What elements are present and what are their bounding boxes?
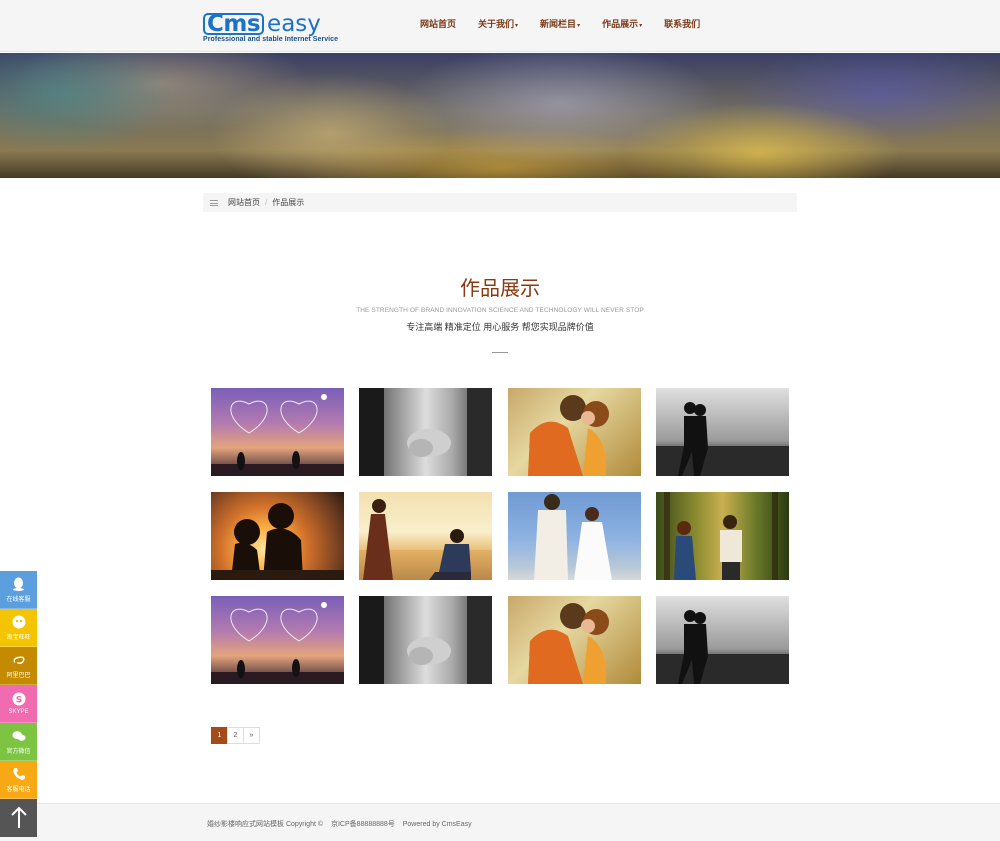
nav-item-about[interactable]: 关于我们▾ bbox=[478, 17, 518, 30]
couple-kiss-image bbox=[528, 603, 609, 684]
caret-down-icon: ▾ bbox=[639, 22, 643, 29]
qq-icon bbox=[12, 577, 26, 591]
skype-button[interactable]: S SKYPE bbox=[0, 685, 37, 723]
alibaba-icon bbox=[12, 653, 26, 667]
heart-sparkler-image bbox=[211, 394, 344, 476]
side-label: SKYPE bbox=[8, 709, 29, 715]
gallery-item[interactable] bbox=[359, 596, 492, 684]
nav-item-contact[interactable]: 联系我们 bbox=[664, 17, 700, 30]
logo-tagline: Professional and stable Internet Service bbox=[203, 36, 339, 43]
beach-couple-image bbox=[656, 402, 789, 476]
svg-text:S: S bbox=[15, 696, 21, 706]
logo-wordmark: Cms easy bbox=[203, 12, 321, 36]
wangwang-icon bbox=[12, 615, 26, 629]
breadcrumb: 网站首页 / 作品展示 bbox=[203, 193, 797, 212]
holding-hands-image bbox=[359, 596, 492, 684]
phone-button[interactable]: 客服电话 bbox=[0, 761, 37, 799]
breadcrumb-current: 作品展示 bbox=[272, 198, 305, 207]
main-nav: 网站首页 关于我们▾ 新闻栏目▾ 作品展示▾ 联系我们 bbox=[420, 17, 722, 30]
section-subtitle-cn: 专注高端 精准定位 用心服务 帮您实现品牌价值 bbox=[406, 322, 594, 332]
footer-powered[interactable]: Powered by CmsEasy bbox=[403, 821, 472, 828]
skype-icon: S bbox=[12, 692, 26, 706]
gallery-item[interactable] bbox=[656, 492, 789, 580]
online-service-button[interactable]: 在线客服 bbox=[0, 571, 37, 609]
couple-kiss-image bbox=[528, 395, 609, 476]
section-divider bbox=[492, 352, 508, 353]
gallery-item[interactable] bbox=[211, 388, 344, 476]
breadcrumb-home[interactable]: 网站首页 bbox=[228, 197, 260, 208]
site-header: Cms easy Professional and stable Interne… bbox=[0, 0, 1000, 52]
phone-icon bbox=[12, 767, 26, 781]
section-subtitle-en: THE STRENGTH OF BRAND INNOVATION SCIENCE… bbox=[356, 307, 644, 314]
nav-item-home[interactable]: 网站首页 bbox=[420, 17, 456, 30]
gallery-item[interactable] bbox=[656, 596, 789, 684]
wechat-button[interactable]: 官方微信 bbox=[0, 723, 37, 761]
logo-easy: easy bbox=[267, 11, 321, 37]
caret-down-icon: ▾ bbox=[515, 22, 519, 29]
heart-sparkler-image bbox=[211, 602, 344, 684]
side-label: 官方微信 bbox=[6, 748, 31, 755]
alibaba-button[interactable]: 阿里巴巴 bbox=[0, 647, 37, 685]
gallery-item[interactable] bbox=[359, 388, 492, 476]
hero-banner bbox=[0, 53, 1000, 178]
side-label: 客服电话 bbox=[6, 786, 31, 793]
caret-down-icon: ▾ bbox=[577, 22, 581, 29]
gallery-item[interactable] bbox=[508, 388, 641, 476]
side-label: 淘宝旺旺 bbox=[6, 634, 31, 641]
nav-item-news[interactable]: 新闻栏目▾ bbox=[540, 17, 580, 30]
back-to-top-button[interactable] bbox=[0, 799, 37, 837]
page-1-button[interactable]: 1 bbox=[211, 727, 228, 744]
side-label: 阿里巴巴 bbox=[6, 672, 31, 679]
gallery-item[interactable] bbox=[508, 492, 641, 580]
list-icon bbox=[210, 199, 218, 206]
gallery-item[interactable] bbox=[656, 388, 789, 476]
gallery-item[interactable] bbox=[508, 596, 641, 684]
gallery-item[interactable] bbox=[211, 492, 344, 580]
logo-cms: Cms bbox=[203, 12, 265, 36]
gallery-item[interactable] bbox=[211, 596, 344, 684]
breadcrumb-separator: / bbox=[265, 198, 268, 207]
wedding-couple-image bbox=[534, 494, 612, 580]
side-toolbar: 在线客服 淘宝旺旺 阿里巴巴 S SKYPE 官方微信 客服电话 bbox=[0, 571, 37, 837]
site-footer: 婚纱影楼响应式网站模板 Copyright © 京ICP备88888888号 P… bbox=[0, 803, 1000, 841]
sunset-couple-image bbox=[211, 503, 344, 580]
page-2-button[interactable]: 2 bbox=[227, 727, 244, 744]
taobao-wangwang-button[interactable]: 淘宝旺旺 bbox=[0, 609, 37, 647]
nav-item-works[interactable]: 作品展示▾ bbox=[602, 17, 642, 30]
footer-copyright: 婚纱影楼响应式网站模板 Copyright © 京ICP备88888888号 P… bbox=[207, 819, 478, 829]
gallery-item[interactable] bbox=[359, 492, 492, 580]
proposal-image bbox=[359, 499, 492, 580]
section-title: 作品展示 bbox=[460, 278, 540, 300]
side-label: 在线客服 bbox=[6, 596, 31, 603]
pagination: 1 2 » bbox=[211, 727, 260, 744]
arrow-up-icon bbox=[10, 806, 27, 828]
footer-icp[interactable]: 京ICP备88888888号 bbox=[331, 821, 395, 828]
holding-hands-image bbox=[359, 388, 492, 476]
next-page-button[interactable]: » bbox=[243, 727, 260, 744]
beach-couple-image bbox=[656, 610, 789, 684]
site-logo[interactable]: Cms easy Professional and stable Interne… bbox=[203, 12, 343, 44]
forest-couple-image bbox=[664, 492, 778, 580]
footer-site-name: 婚纱影楼响应式网站模板 Copyright © bbox=[207, 821, 324, 828]
wechat-icon bbox=[11, 729, 26, 743]
